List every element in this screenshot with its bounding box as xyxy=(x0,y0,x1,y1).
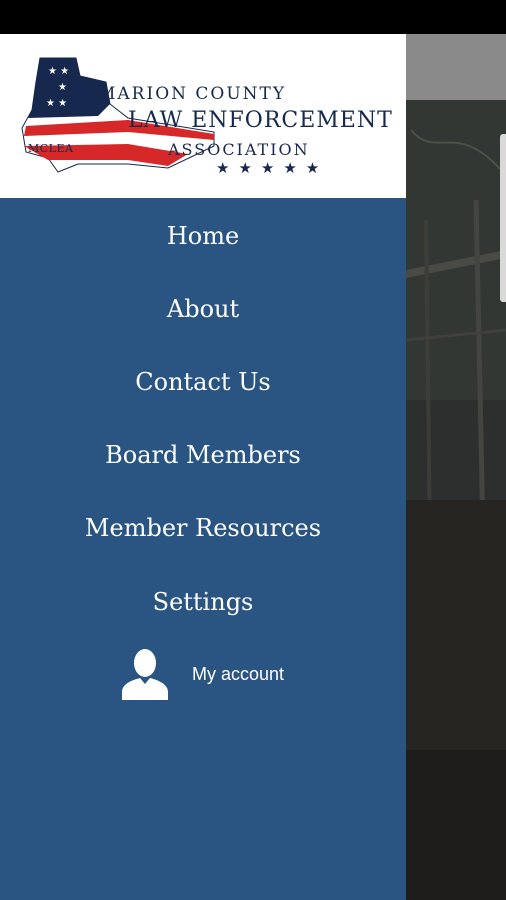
background-app-bar xyxy=(406,34,506,100)
svg-text:★: ★ xyxy=(58,82,67,93)
svg-text:★ ★: ★ ★ xyxy=(48,66,69,77)
user-avatar-icon xyxy=(122,649,168,700)
svg-text:★ ★: ★ ★ xyxy=(46,98,67,109)
logo-stars: ★★★★★ xyxy=(216,159,329,177)
status-bar xyxy=(0,0,506,34)
drawer-header: ★ ★ ★ ★ ★ MARION COUNTY LAW ENFORCEMENT … xyxy=(0,34,406,198)
menu-item-settings[interactable]: Settings xyxy=(0,574,406,630)
logo-line2: LAW ENFORCEMENT xyxy=(128,108,393,133)
my-account-label: My account xyxy=(192,663,285,684)
menu-item-member-resources[interactable]: Member Resources xyxy=(0,500,406,556)
menu-item-contact-us[interactable]: Contact Us xyxy=(0,354,406,410)
background-scroll-handle xyxy=(500,134,506,302)
logo-abbreviation: MCLEA xyxy=(28,142,74,155)
menu-item-about[interactable]: About xyxy=(0,281,406,337)
mclea-logo: ★ ★ ★ ★ ★ MARION COUNTY LAW ENFORCEMENT … xyxy=(18,56,392,182)
navigation-drawer: ★ ★ ★ ★ ★ MARION COUNTY LAW ENFORCEMENT … xyxy=(0,34,406,900)
background-content[interactable] xyxy=(406,34,506,900)
my-account-button[interactable]: My account xyxy=(120,646,380,702)
background-photo xyxy=(406,100,506,900)
menu-item-board-members[interactable]: Board Members xyxy=(0,427,406,483)
app-screen: ★ ★ ★ ★ ★ MARION COUNTY LAW ENFORCEMENT … xyxy=(0,0,506,900)
logo-line1: MARION COUNTY xyxy=(98,84,287,104)
menu-item-home[interactable]: Home xyxy=(0,208,406,264)
logo-line3: ASSOCIATION xyxy=(168,140,310,159)
